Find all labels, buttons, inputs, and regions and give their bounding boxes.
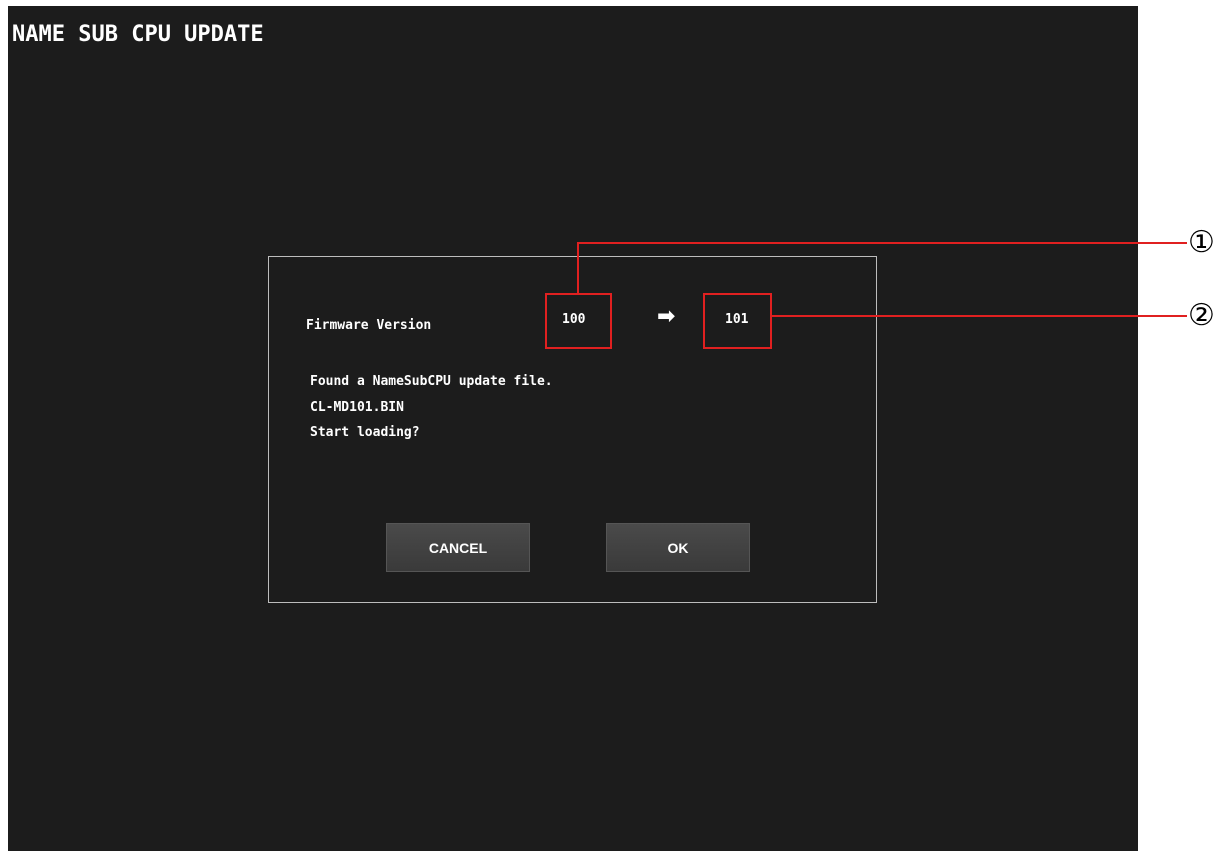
callout-box-current-version [545,293,612,349]
callout-leader-1-vertical [577,242,579,294]
firmware-version-label: Firmware Version [306,318,432,333]
message-line-filename: CL-MD101.BIN [310,400,404,415]
callout-marker-2: ② [1188,298,1215,333]
message-line-found: Found a NameSubCPU update file. [310,374,553,389]
right-arrow-icon: ➡ [657,304,676,329]
callout-box-new-version [703,293,772,349]
callout-marker-1: ① [1188,225,1215,260]
callout-leader-1-horizontal [577,242,1187,244]
callout-leader-2-horizontal [771,315,1187,317]
cancel-button[interactable]: CANCEL [386,523,530,572]
ok-button[interactable]: OK [606,523,750,572]
screen-title: NAME SUB CPU UPDATE [12,22,264,47]
message-line-prompt: Start loading? [310,425,420,440]
